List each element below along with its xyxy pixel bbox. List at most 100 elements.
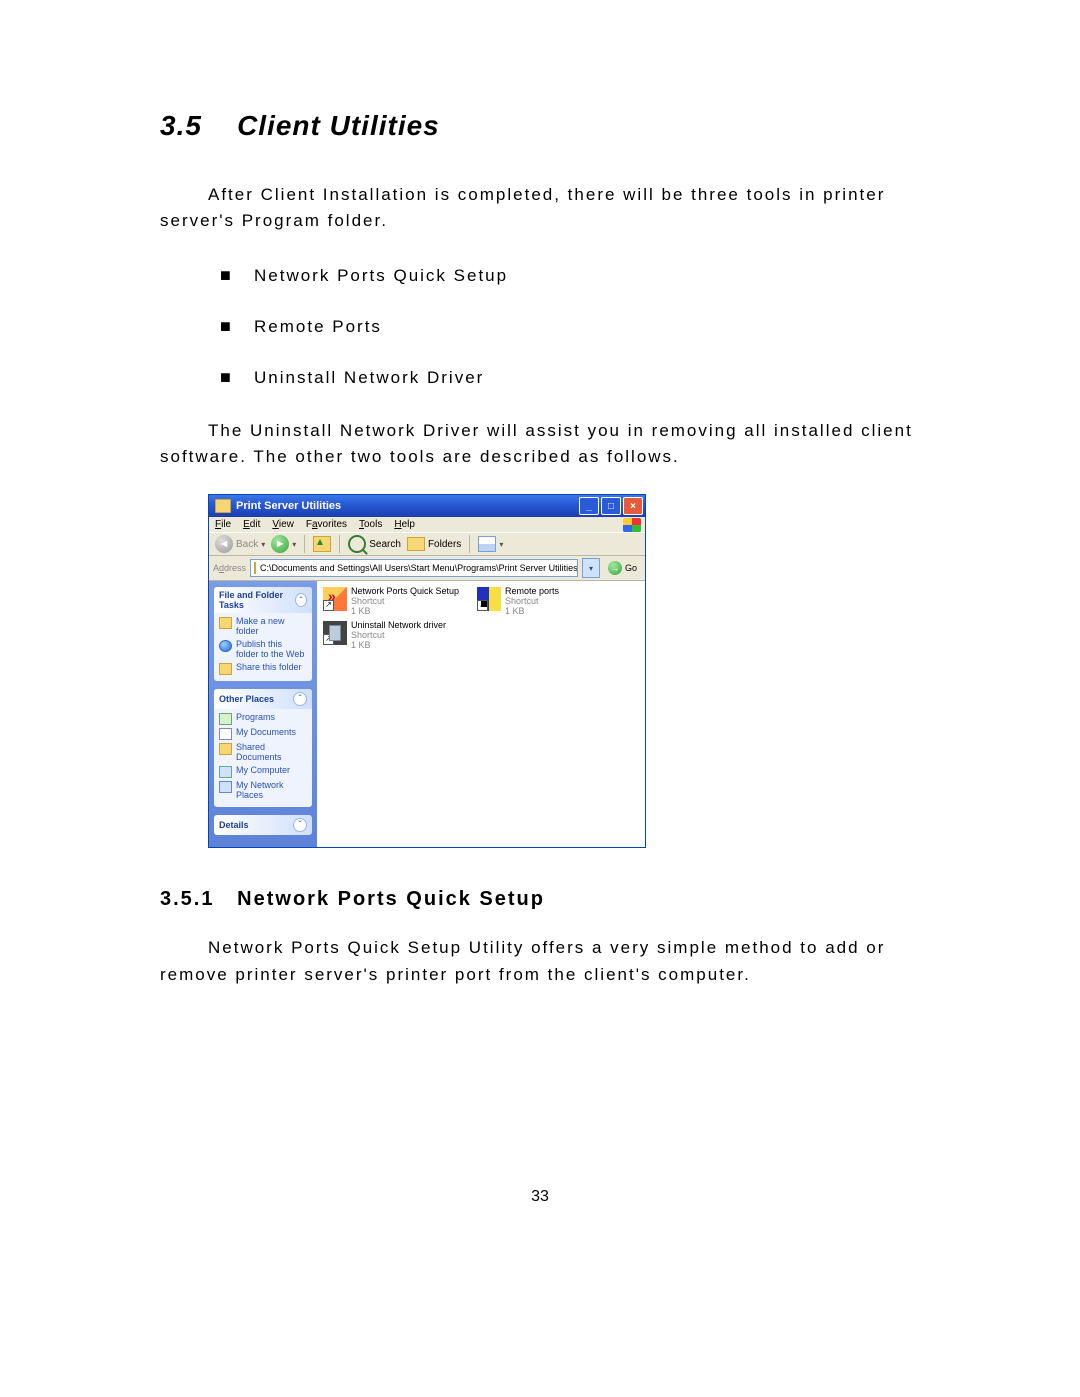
back-arrow-icon: ◄ xyxy=(215,535,233,553)
bullet-square-icon: ■ xyxy=(220,367,254,388)
search-button[interactable]: Search xyxy=(348,535,401,553)
place-my-computer[interactable]: My Computer xyxy=(219,766,307,778)
share-icon xyxy=(219,663,232,675)
place-shared-documents[interactable]: Shared Documents xyxy=(219,743,307,763)
search-icon xyxy=(348,535,366,553)
folder-icon xyxy=(219,617,232,629)
place-programs[interactable]: Programs xyxy=(219,713,307,725)
forward-button[interactable]: ► ▾ xyxy=(271,535,296,553)
task-make-new-folder[interactable]: Make a new folder xyxy=(219,617,307,637)
window-title: Print Server Utilities xyxy=(236,500,579,512)
task-publish-folder[interactable]: Publish this folder to the Web xyxy=(219,640,307,660)
close-button[interactable]: × xyxy=(623,497,643,515)
go-button[interactable]: → Go xyxy=(604,559,641,577)
file-item-uninstall-network-driver[interactable]: ↗ Uninstall Network driver Shortcut 1 KB xyxy=(323,621,467,651)
computer-icon xyxy=(219,766,232,778)
link-label: My Documents xyxy=(236,728,296,738)
views-button[interactable]: ▾ xyxy=(478,536,503,552)
panel-title: Details xyxy=(219,820,249,830)
place-my-documents[interactable]: My Documents xyxy=(219,728,307,740)
link-label: Publish this folder to the Web xyxy=(236,640,307,660)
menu-tools[interactable]: Tools xyxy=(359,519,382,530)
bullet-text: Uninstall Network Driver xyxy=(254,368,484,388)
up-folder-icon xyxy=(313,536,331,552)
file-size: 1 KB xyxy=(505,607,559,617)
panel-header[interactable]: File and Folder Tasks ˆ xyxy=(214,587,312,613)
panel-header[interactable]: Details ˇ xyxy=(214,815,312,835)
folder-icon xyxy=(215,499,231,513)
menu-view[interactable]: View xyxy=(272,519,294,530)
link-label: Shared Documents xyxy=(236,743,307,763)
address-input[interactable]: C:\Documents and Settings\All Users\Star… xyxy=(250,559,578,577)
intro-paragraph: After Client Installation is completed, … xyxy=(160,182,920,235)
section-title: Client Utilities xyxy=(237,110,440,141)
other-places-panel: Other Places ˆ Programs My Documents Sha… xyxy=(214,689,312,807)
bullet-text: Remote Ports xyxy=(254,317,382,337)
chevron-down-icon: ˇ xyxy=(293,818,307,832)
address-path: C:\Documents and Settings\All Users\Star… xyxy=(260,563,578,573)
section-heading: 3.5 Client Utilities xyxy=(160,110,920,142)
menu-favorites[interactable]: Favorites xyxy=(306,519,347,530)
bullet-item: ■ Network Ports Quick Setup xyxy=(220,265,920,286)
panel-title: File and Folder Tasks xyxy=(219,590,295,610)
forward-arrow-icon: ► xyxy=(271,535,289,553)
bullet-square-icon: ■ xyxy=(220,316,254,337)
folder-content-area[interactable]: ↗ Network Ports Quick Setup Shortcut 1 K… xyxy=(317,581,645,847)
bullet-text: Network Ports Quick Setup xyxy=(254,266,508,286)
link-label: My Network Places xyxy=(236,781,307,801)
titlebar[interactable]: Print Server Utilities _ □ × xyxy=(209,495,645,517)
task-share-folder[interactable]: Share this folder xyxy=(219,663,307,675)
explorer-window: Print Server Utilities _ □ × File Edit V… xyxy=(208,494,646,848)
back-button[interactable]: ◄ Back ▾ xyxy=(215,535,265,553)
link-label: My Computer xyxy=(236,766,290,776)
maximize-button[interactable]: □ xyxy=(601,497,621,515)
go-arrow-icon: → xyxy=(608,561,622,575)
search-label: Search xyxy=(369,539,401,550)
bullet-list: ■ Network Ports Quick Setup ■ Remote Por… xyxy=(220,265,920,388)
subsection-paragraph: Network Ports Quick Setup Utility offers… xyxy=(160,935,920,988)
toolbar: ◄ Back ▾ ► ▾ Search Folders ▾ xyxy=(209,532,645,556)
menubar: File Edit View Favorites Tools Help xyxy=(209,517,645,532)
section-number: 3.5 xyxy=(160,110,202,141)
file-size: 1 KB xyxy=(351,607,459,617)
bullet-item: ■ Remote Ports xyxy=(220,316,920,337)
shared-icon xyxy=(219,743,232,755)
file-item-remote-ports[interactable]: ↗ Remote ports Shortcut 1 KB xyxy=(477,587,621,617)
globe-icon xyxy=(219,640,232,652)
chevron-up-icon: ˆ xyxy=(293,692,307,706)
link-label: Make a new folder xyxy=(236,617,307,637)
shortcut-icon: ↗ xyxy=(477,587,501,611)
minimize-button[interactable]: _ xyxy=(579,497,599,515)
menu-help[interactable]: Help xyxy=(394,519,415,530)
folders-label: Folders xyxy=(428,539,461,550)
dropdown-icon: ▾ xyxy=(499,540,503,549)
address-dropdown-button[interactable]: ▾ xyxy=(582,558,600,578)
subsection-title: Network Ports Quick Setup xyxy=(237,888,545,910)
details-panel: Details ˇ xyxy=(214,815,312,835)
tasks-sidebar: File and Folder Tasks ˆ Make a new folde… xyxy=(209,581,317,847)
menu-file[interactable]: File xyxy=(215,519,231,530)
shortcut-arrow-icon: ↗ xyxy=(323,600,334,611)
programs-icon xyxy=(219,713,232,725)
subsection-heading: 3.5.1 Network Ports Quick Setup xyxy=(160,888,920,911)
shortcut-arrow-icon: ↗ xyxy=(323,634,334,645)
body-paragraph: The Uninstall Network Driver will assist… xyxy=(160,418,920,471)
link-label: Share this folder xyxy=(236,663,302,673)
up-button[interactable] xyxy=(313,536,331,552)
folders-icon xyxy=(407,537,425,551)
address-label: Address xyxy=(213,563,246,573)
dropdown-icon: ▾ xyxy=(261,540,265,549)
documents-icon xyxy=(219,728,232,740)
bullet-item: ■ Uninstall Network Driver xyxy=(220,367,920,388)
document-page: 3.5 Client Utilities After Client Instal… xyxy=(0,0,1080,1266)
chevron-up-icon: ˆ xyxy=(295,593,307,607)
shortcut-icon: ↗ xyxy=(323,621,347,645)
place-my-network-places[interactable]: My Network Places xyxy=(219,781,307,801)
folders-button[interactable]: Folders xyxy=(407,537,461,551)
panel-header[interactable]: Other Places ˆ xyxy=(214,689,312,709)
menu-edit[interactable]: Edit xyxy=(243,519,260,530)
file-item-network-ports-quick-setup[interactable]: ↗ Network Ports Quick Setup Shortcut 1 K… xyxy=(323,587,467,617)
separator xyxy=(469,535,470,553)
address-bar: Address C:\Documents and Settings\All Us… xyxy=(209,556,645,581)
panel-title: Other Places xyxy=(219,694,274,704)
